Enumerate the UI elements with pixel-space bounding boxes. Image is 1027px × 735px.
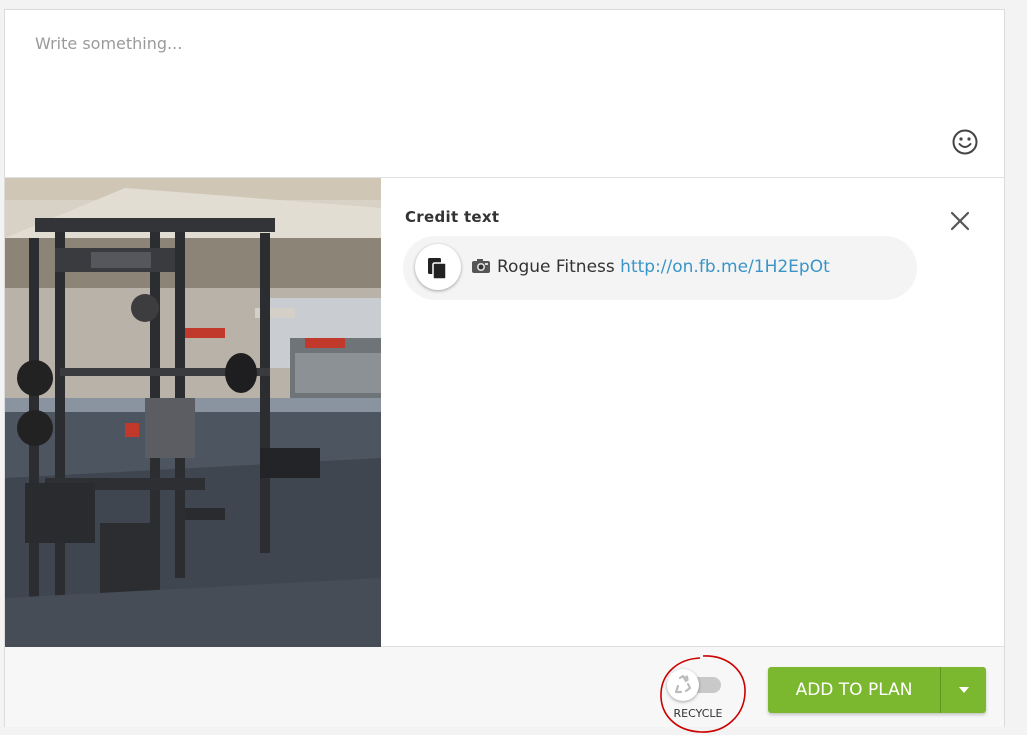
copy-icon[interactable] bbox=[415, 244, 461, 290]
camera-icon bbox=[471, 258, 491, 274]
media-section: Credit text Rogue Fitness http://on.fb.m… bbox=[5, 178, 1004, 647]
add-to-plan-button[interactable]: ADD TO PLAN bbox=[768, 667, 940, 713]
credit-link[interactable]: http://on.fb.me/1H2EpOt bbox=[620, 257, 830, 277]
add-to-plan-split-button: ADD TO PLAN bbox=[768, 667, 986, 713]
close-icon[interactable] bbox=[949, 210, 971, 232]
post-text-input[interactable] bbox=[5, 10, 1004, 177]
credit-text-pill: Rogue Fitness http://on.fb.me/1H2EpOt bbox=[403, 236, 917, 300]
footer-bar: RECYCLE ADD TO PLAN bbox=[5, 647, 1004, 733]
caret-down-icon[interactable] bbox=[941, 667, 986, 713]
credit-name: Rogue Fitness bbox=[497, 257, 615, 277]
recycle-toggle[interactable]: RECYCLE bbox=[663, 663, 733, 720]
recycle-label: RECYCLE bbox=[673, 707, 723, 720]
post-composer-card: Credit text bbox=[4, 9, 1005, 733]
credit-title: Credit text bbox=[405, 208, 500, 226]
credit-text-value: Rogue Fitness http://on.fb.me/1H2EpOt bbox=[471, 257, 830, 277]
smiley-icon[interactable] bbox=[951, 128, 979, 156]
compose-area bbox=[5, 10, 1004, 178]
attached-photo bbox=[5, 178, 381, 647]
recycle-icon bbox=[667, 669, 699, 701]
